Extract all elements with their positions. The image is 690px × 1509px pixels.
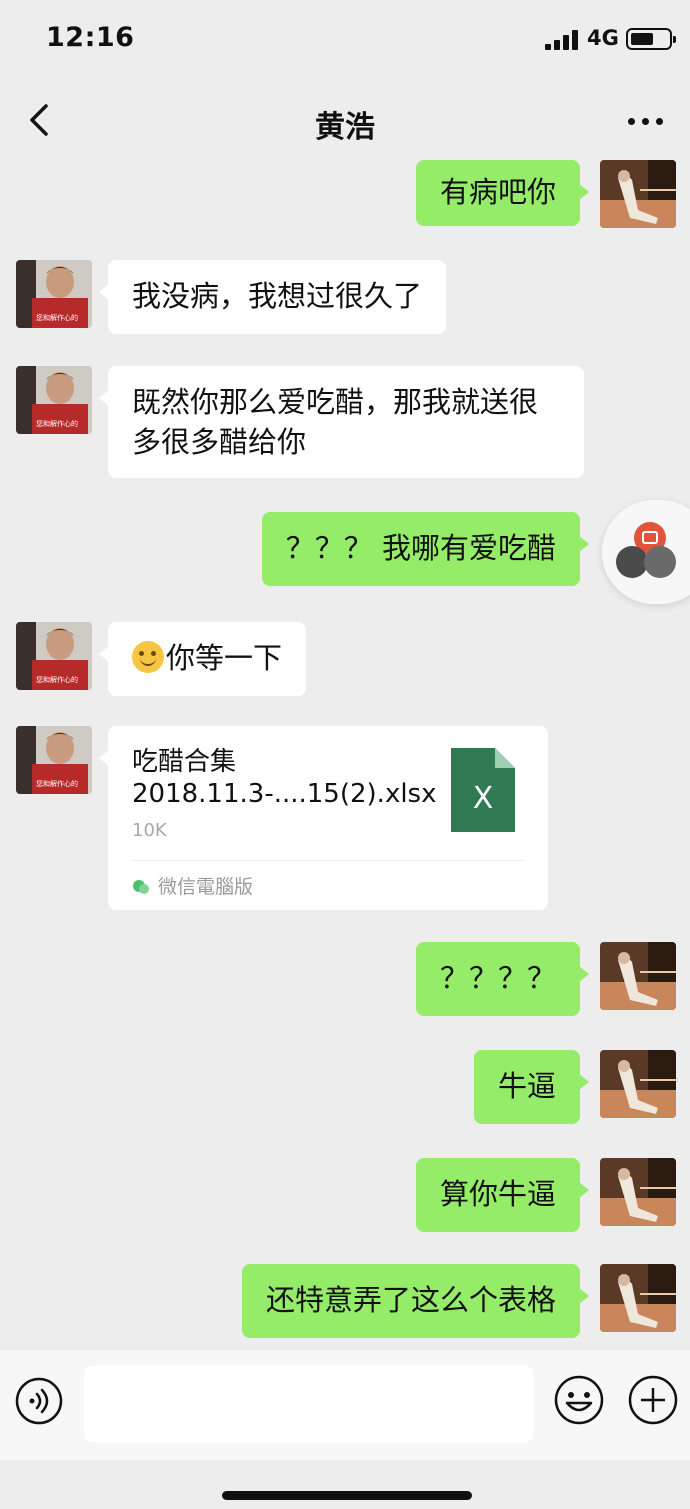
my-message-bubble[interactable]: ？？？ 我哪有爱吃醋 bbox=[261, 512, 590, 586]
status-bar: 12:16 4G bbox=[0, 0, 690, 80]
message-list[interactable]: 有病吧你 您和解作心的 我没病，我想过很久了 您和解作心的 既然你那么爱吃醋，那… bbox=[0, 160, 690, 1350]
file-name: 吃醋合集 2018.11.3-....15(2).xlsx bbox=[132, 747, 437, 809]
battery-icon bbox=[626, 28, 676, 50]
my-message-bubble[interactable]: ？？？？ bbox=[415, 942, 590, 1016]
nav-bar: 黄浩 bbox=[0, 80, 690, 162]
message-input[interactable] bbox=[84, 1366, 534, 1442]
my-message-bubble[interactable]: 有病吧你 bbox=[415, 160, 590, 226]
my-message-bubble[interactable]: 还特意弄了这么个表格 bbox=[241, 1264, 590, 1338]
excel-icon-letter: X bbox=[473, 781, 494, 816]
my-avatar[interactable] bbox=[600, 160, 676, 228]
svg-text:您和解作心的: 您和解作心的 bbox=[36, 419, 78, 428]
my-avatar[interactable] bbox=[600, 1050, 676, 1118]
contact-message-bubble[interactable]: 我没病，我想过很久了 bbox=[98, 260, 447, 334]
divider bbox=[132, 860, 524, 861]
svg-text:您和解作心的: 您和解作心的 bbox=[36, 779, 78, 788]
contact-avatar[interactable]: 您和解作心的 bbox=[16, 622, 92, 690]
file-size: 10K bbox=[132, 820, 167, 841]
network-type: 4G bbox=[587, 26, 619, 50]
my-avatar[interactable] bbox=[600, 942, 676, 1010]
contact-message-bubble[interactable]: 你等一下 bbox=[98, 622, 307, 696]
chat-screen: 12:16 4G 黄浩 有病吧你 您和解作心的 我没病，我想过很久了 您和解作心… bbox=[0, 0, 690, 1509]
status-time: 12:16 bbox=[46, 22, 135, 53]
file-message-card[interactable]: 吃醋合集 2018.11.3-....15(2).xlsx 10K X 微信電腦… bbox=[99, 726, 548, 910]
wechat-pc-icon bbox=[133, 880, 149, 894]
file-source: 微信電腦版 bbox=[132, 872, 253, 899]
contact-avatar[interactable]: 您和解作心的 bbox=[16, 260, 92, 328]
add-icon[interactable] bbox=[627, 1374, 679, 1426]
excel-file-icon: X bbox=[451, 748, 515, 832]
smile-emoji-icon bbox=[132, 641, 164, 673]
my-message-bubble[interactable]: 算你牛逼 bbox=[415, 1158, 590, 1232]
file-source-label: 微信電腦版 bbox=[158, 876, 254, 898]
message-text: 你等一下 bbox=[166, 641, 283, 675]
signal-icon bbox=[545, 30, 579, 50]
contact-avatar[interactable]: 您和解作心的 bbox=[16, 366, 92, 434]
home-indicator[interactable] bbox=[222, 1491, 472, 1500]
input-bar bbox=[0, 1350, 690, 1460]
my-avatar[interactable] bbox=[600, 1264, 676, 1332]
my-avatar[interactable] bbox=[600, 1158, 676, 1226]
emoji-icon[interactable] bbox=[553, 1374, 605, 1426]
my-message-bubble[interactable]: 牛逼 bbox=[473, 1050, 590, 1124]
chat-title: 黄浩 bbox=[315, 110, 375, 145]
svg-text:您和解作心的: 您和解作心的 bbox=[36, 313, 78, 322]
more-icon[interactable] bbox=[622, 104, 670, 138]
contact-message-bubble[interactable]: 既然你那么爱吃醋，那我就送很多很多醋给你 bbox=[99, 366, 584, 478]
svg-text:您和解作心的: 您和解作心的 bbox=[36, 675, 78, 684]
contact-avatar[interactable]: 您和解作心的 bbox=[16, 726, 92, 794]
voice-icon[interactable] bbox=[14, 1376, 64, 1426]
